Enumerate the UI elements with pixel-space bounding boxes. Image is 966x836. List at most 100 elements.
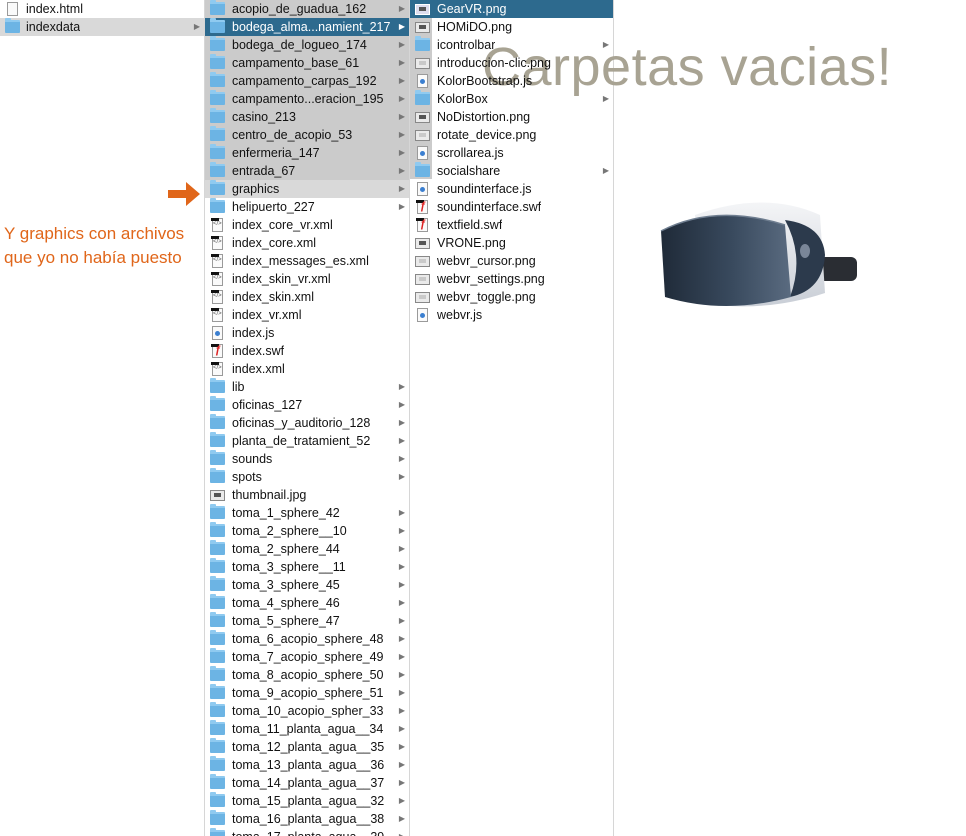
item-label: soundinterface.swf [437,200,542,214]
disclosure-arrow-icon: ▶ [398,148,405,157]
folder-row-kolorbox[interactable]: KolorBox ▶ [410,90,613,108]
file-row-index-js[interactable]: index.js [205,324,409,342]
folder-row-sounds[interactable]: sounds ▶ [205,450,409,468]
folder-row-entrada-67[interactable]: entrada_67 ▶ [205,162,409,180]
item-label: index_messages_es.xml [232,254,369,268]
folder-row-toma-14-planta-agua-37[interactable]: toma_14_planta_agua__37 ▶ [205,774,409,792]
folder-row-toma-13-planta-agua-36[interactable]: toma_13_planta_agua__36 ▶ [205,756,409,774]
folder-row-toma-8-acopio-sphere-50[interactable]: toma_8_acopio_sphere_50 ▶ [205,666,409,684]
finder-column-root[interactable]: index.html indexdata ▶ [0,0,205,836]
file-row-webvr-cursor-png[interactable]: webvr_cursor.png [410,252,613,270]
file-row-rotate-device-png[interactable]: rotate_device.png [410,126,613,144]
folder-row-toma-6-acopio-sphere-48[interactable]: toma_6_acopio_sphere_48 ▶ [205,630,409,648]
folder-row-toma-2-sphere-44[interactable]: toma_2_sphere_44 ▶ [205,540,409,558]
folder-row-oficinas-127[interactable]: oficinas_127 ▶ [205,396,409,414]
file-row-index-html[interactable]: index.html [0,0,204,18]
disclosure-arrow-icon: ▶ [398,40,405,49]
file-row-index-core-vr-xml[interactable]: index_core_vr.xml [205,216,409,234]
file-row-webvr-js[interactable]: webvr.js [410,306,613,324]
folder-row-toma-11-planta-agua-34[interactable]: toma_11_planta_agua__34 ▶ [205,720,409,738]
folder-icon [210,648,225,663]
file-row-kolorbootstrap-js[interactable]: KolorBootstrap.js [410,72,613,90]
file-row-webvr-settings-png[interactable]: webvr_settings.png [410,270,613,288]
folder-icon [210,576,225,591]
item-label: rotate_device.png [437,128,537,142]
js-file-icon [417,74,428,88]
file-row-scrollarea-js[interactable]: scrollarea.js [410,144,613,162]
folder-row-socialshare[interactable]: socialshare ▶ [410,162,613,180]
disclosure-arrow-icon: ▶ [398,166,405,175]
file-row-index-xml[interactable]: index.xml [205,360,409,378]
folder-row-acopio-de-guadua-162[interactable]: acopio_de_guadua_162 ▶ [205,0,409,18]
item-label: icontrolbar [437,38,496,52]
folder-row-toma-4-sphere-46[interactable]: toma_4_sphere_46 ▶ [205,594,409,612]
file-row-index-skin-vr-xml[interactable]: index_skin_vr.xml [205,270,409,288]
folder-row-bodega-alma-namient-217[interactable]: bodega_alma...namient_217 ▶ [205,18,409,36]
folder-row-bodega-de-logueo-174[interactable]: bodega_de_logueo_174 ▶ [205,36,409,54]
file-row-textfield-swf[interactable]: textfield.swf [410,216,613,234]
item-label: enfermeria_147 [232,146,320,160]
file-row-introduccion-clic-png[interactable]: introduccion-clic.png [410,54,613,72]
folder-row-icontrolbar[interactable]: icontrolbar ▶ [410,36,613,54]
disclosure-arrow-icon: ▶ [398,760,405,769]
folder-row-toma-7-acopio-sphere-49[interactable]: toma_7_acopio_sphere_49 ▶ [205,648,409,666]
folder-row-toma-3-sphere-11[interactable]: toma_3_sphere__11 ▶ [205,558,409,576]
folder-row-toma-9-acopio-sphere-51[interactable]: toma_9_acopio_sphere_51 ▶ [205,684,409,702]
disclosure-arrow-icon: ▶ [398,670,405,679]
item-label: toma_1_sphere_42 [232,506,340,520]
folder-icon [415,90,430,105]
finder-column-graphics[interactable]: GearVR.png HOMiDO.png icontrolbar ▶ introduc… [410,0,614,836]
folder-row-enfermeria-147[interactable]: enfermeria_147 ▶ [205,144,409,162]
file-row-index-skin-xml[interactable]: index_skin.xml [205,288,409,306]
folder-icon [210,414,225,429]
folder-row-toma-1-sphere-42[interactable]: toma_1_sphere_42 ▶ [205,504,409,522]
file-row-index-messages-es-xml[interactable]: index_messages_es.xml [205,252,409,270]
file-row-vrone-png[interactable]: VRONE.png [410,234,613,252]
finder-column-indexdata[interactable]: acopio_de_guadua_162 ▶ bodega_alma...namie… [205,0,410,836]
folder-row-indexdata[interactable]: indexdata ▶ [0,18,204,36]
xml-file-icon [211,290,223,304]
folder-row-casino-213[interactable]: casino_213 ▶ [205,108,409,126]
file-row-index-vr-xml[interactable]: index_vr.xml [205,306,409,324]
folder-row-toma-2-sphere-10[interactable]: toma_2_sphere__10 ▶ [205,522,409,540]
file-row-soundinterface-js[interactable]: soundinterface.js [410,180,613,198]
file-row-homido-png[interactable]: HOMiDO.png [410,18,613,36]
folder-row-campamento-base-61[interactable]: campamento_base_61 ▶ [205,54,409,72]
folder-row-toma-16-planta-agua-38[interactable]: toma_16_planta_agua__38 ▶ [205,810,409,828]
disclosure-arrow-icon: ▶ [398,742,405,751]
folder-row-campamento-eracion-195[interactable]: campamento...eracion_195 ▶ [205,90,409,108]
folder-row-centro-de-acopio-53[interactable]: centro_de_acopio_53 ▶ [205,126,409,144]
file-row-index-core-xml[interactable]: index_core.xml [205,234,409,252]
item-label: introduccion-clic.png [437,56,551,70]
folder-row-graphics[interactable]: graphics ▶ [205,180,409,198]
item-label: index.swf [232,344,285,358]
folder-row-helipuerto-227[interactable]: helipuerto_227 ▶ [205,198,409,216]
folder-row-oficinas-y-auditorio-128[interactable]: oficinas_y_auditorio_128 ▶ [205,414,409,432]
item-label: index_vr.xml [232,308,302,322]
folder-row-lib[interactable]: lib ▶ [205,378,409,396]
disclosure-arrow-icon: ▶ [398,778,405,787]
file-row-webvr-toggle-png[interactable]: webvr_toggle.png [410,288,613,306]
disclosure-arrow-icon: ▶ [398,382,405,391]
folder-row-toma-12-planta-agua-35[interactable]: toma_12_planta_agua__35 ▶ [205,738,409,756]
folder-icon [210,684,225,699]
file-row-nodistortion-png[interactable]: NoDistortion.png [410,108,613,126]
folder-row-campamento-carpas-192[interactable]: campamento_carpas_192 ▶ [205,72,409,90]
file-row-thumbnail-jpg[interactable]: thumbnail.jpg [205,486,409,504]
folder-row-toma-5-sphere-47[interactable]: toma_5_sphere_47 ▶ [205,612,409,630]
item-label: NoDistortion.png [437,110,531,124]
file-row-index-swf[interactable]: index.swf [205,342,409,360]
folder-row-toma-3-sphere-45[interactable]: toma_3_sphere_45 ▶ [205,576,409,594]
folder-icon [210,666,225,681]
item-label: toma_7_acopio_sphere_49 [232,650,384,664]
folder-row-toma-17-planta-agua-39[interactable]: toma_17_planta_agua__39 ▶ [205,828,409,836]
file-row-soundinterface-swf[interactable]: soundinterface.swf [410,198,613,216]
file-row-gearvr-png[interactable]: GearVR.png [410,0,613,18]
folder-row-planta-de-tratamient-52[interactable]: planta_de_tratamient_52 ▶ [205,432,409,450]
item-label: entrada_67 [232,164,296,178]
folder-row-spots[interactable]: spots ▶ [205,468,409,486]
folder-row-toma-10-acopio-spher-33[interactable]: toma_10_acopio_spher_33 ▶ [205,702,409,720]
folder-row-toma-15-planta-agua-32[interactable]: toma_15_planta_agua__32 ▶ [205,792,409,810]
disclosure-arrow-icon: ▶ [398,508,405,517]
disclosure-arrow-icon: ▶ [602,166,609,175]
